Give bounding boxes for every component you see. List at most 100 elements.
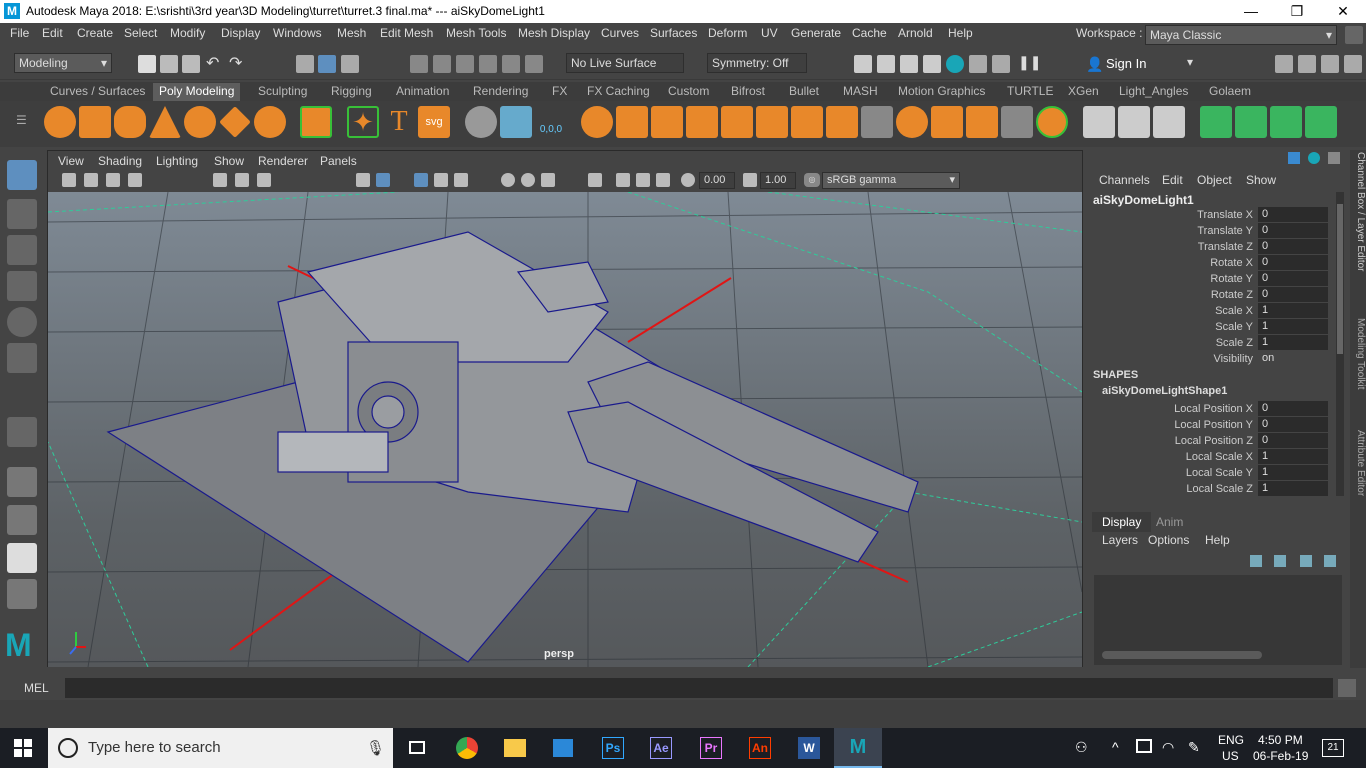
notification-icon[interactable]: 21 <box>1322 739 1344 757</box>
light-editor-icon[interactable] <box>992 55 1010 73</box>
menu-deform[interactable]: Deform <box>708 26 747 40</box>
quad-draw-icon[interactable] <box>1036 106 1068 138</box>
tab-display[interactable]: Display <box>1092 512 1152 532</box>
lang-bottom[interactable]: US <box>1222 749 1239 763</box>
move-tool-icon[interactable] <box>7 271 37 301</box>
photoshop-icon[interactable]: Ps <box>589 728 637 768</box>
tab-modeling-toolkit[interactable]: Modeling Toolkit <box>1350 318 1366 418</box>
attr-value[interactable]: 0 <box>1258 433 1328 448</box>
select-component-icon[interactable] <box>341 55 359 73</box>
shelf-tab-fx[interactable]: FX <box>546 83 573 101</box>
menu-file[interactable]: File <box>10 26 29 40</box>
gamma-icon[interactable] <box>743 173 757 187</box>
menu-mesh-display[interactable]: Mesh Display <box>518 26 590 40</box>
shelf-tab-sculpting[interactable]: Sculpting <box>252 83 313 101</box>
cut-uv-icon[interactable] <box>1153 106 1185 138</box>
cb-menu-channels[interactable]: Channels <box>1099 173 1150 187</box>
scale-tool-icon[interactable] <box>7 343 37 373</box>
clock-date[interactable]: 06-Feb-19 <box>1253 749 1308 763</box>
le-menu-options[interactable]: Options <box>1148 533 1189 547</box>
clock-time[interactable]: 4:50 PM <box>1258 733 1303 747</box>
open-scene-icon[interactable] <box>160 55 178 73</box>
render-setup-icon[interactable] <box>969 55 987 73</box>
restore-button[interactable]: ❐ <box>1274 0 1320 23</box>
layer-list[interactable] <box>1094 575 1342 665</box>
menu-curves[interactable]: Curves <box>601 26 639 40</box>
combine-icon[interactable] <box>581 106 613 138</box>
wifi-icon[interactable]: ◠ <box>1162 739 1174 756</box>
motion-blur-icon[interactable] <box>541 173 555 187</box>
shadows-icon[interactable] <box>501 173 515 187</box>
ipr-render-icon[interactable] <box>900 55 918 73</box>
shelf-tab-rendering[interactable]: Rendering <box>467 83 534 101</box>
exposure-icon[interactable] <box>681 173 695 187</box>
connect-icon[interactable] <box>966 106 998 138</box>
le-menu-help[interactable]: Help <box>1205 533 1230 547</box>
animate-icon[interactable]: An <box>736 728 784 768</box>
perspective-view[interactable]: persp <box>48 192 1082 667</box>
separate-icon[interactable] <box>616 106 648 138</box>
vp-menu-view[interactable]: View <box>58 154 84 168</box>
render-settings-icon[interactable] <box>923 55 941 73</box>
image-plane-icon[interactable] <box>128 173 142 187</box>
render-view-icon[interactable] <box>854 55 872 73</box>
lasso-tool-icon[interactable] <box>7 199 37 229</box>
menuset-dropdown[interactable]: Modeling ▾ <box>14 53 112 73</box>
close-button[interactable]: ✕ <box>1320 0 1366 23</box>
pen-icon[interactable]: ✎ <box>1188 739 1200 756</box>
file-explorer-icon[interactable] <box>491 728 539 768</box>
channel-box-scrollbar[interactable] <box>1336 192 1344 496</box>
svg-tool-icon[interactable]: svg <box>418 106 450 138</box>
uv-unfold-icon[interactable] <box>1200 106 1232 138</box>
single-perspective-icon[interactable] <box>7 467 37 497</box>
shelf-tab-light-angles[interactable]: Light_Angles <box>1113 83 1194 101</box>
symmetry-field[interactable]: Symmetry: Off <box>707 53 807 73</box>
poly-cube-icon[interactable] <box>79 106 111 138</box>
grid-toggle-icon[interactable] <box>213 173 227 187</box>
menu-mesh-tools[interactable]: Mesh Tools <box>446 26 506 40</box>
measure-tool-icon[interactable] <box>465 106 497 138</box>
snap-curve-icon[interactable] <box>433 55 451 73</box>
attr-value[interactable]: 1 <box>1258 449 1328 464</box>
attr-value[interactable]: 0 <box>1258 287 1328 302</box>
vp-menu-renderer[interactable]: Renderer <box>258 154 308 168</box>
poly-sphere-icon[interactable] <box>44 106 76 138</box>
task-view-icon[interactable] <box>393 728 441 768</box>
attr-value[interactable]: 0 <box>1258 401 1328 416</box>
extrude-icon[interactable] <box>756 106 788 138</box>
smooth-icon[interactable] <box>686 106 718 138</box>
live-surface-field[interactable]: No Live Surface <box>566 53 684 73</box>
menu-select[interactable]: Select <box>124 26 157 40</box>
sign-in-button[interactable]: Sign In <box>1106 56 1146 71</box>
new-layer-selected-icon[interactable] <box>1324 555 1336 567</box>
snap-vertex-icon[interactable] <box>525 55 543 73</box>
colorspace-dropdown[interactable]: sRGB gamma ▾ <box>822 172 960 189</box>
menu-help[interactable]: Help <box>948 26 973 40</box>
menu-edit-mesh[interactable]: Edit Mesh <box>380 26 433 40</box>
pause-icon[interactable]: ❚❚ <box>1018 54 1041 71</box>
shelf-tab-motion-graphics[interactable]: Motion Graphics <box>892 83 991 101</box>
premiere-icon[interactable]: Pr <box>687 728 735 768</box>
battery-icon[interactable] <box>1136 739 1152 753</box>
menu-surfaces[interactable]: Surfaces <box>650 26 697 40</box>
attr-value[interactable]: 0 <box>1258 271 1328 286</box>
show-manipulator-icon[interactable] <box>7 417 37 447</box>
modeling-toolkit-toggle-icon[interactable] <box>1275 55 1293 73</box>
attr-value[interactable]: 0 <box>1258 207 1328 222</box>
planar-mapping-icon[interactable] <box>1118 106 1150 138</box>
xray-icon[interactable] <box>616 173 630 187</box>
boolean-icon[interactable] <box>721 106 753 138</box>
lights-icon[interactable] <box>454 173 468 187</box>
gamma-field[interactable]: 1.00 <box>760 172 796 189</box>
attr-value[interactable]: 1 <box>1258 303 1328 318</box>
ambient-occlusion-icon[interactable] <box>521 173 535 187</box>
uv-stitch-icon[interactable] <box>1305 106 1337 138</box>
minimize-button[interactable]: — <box>1228 0 1274 23</box>
tab-anim[interactable]: Anim <box>1156 515 1183 529</box>
channel-box-toggle-icon[interactable] <box>1344 55 1362 73</box>
exposure-field[interactable]: 0.00 <box>699 172 735 189</box>
four-view-icon[interactable] <box>7 505 37 535</box>
tab-attribute-editor[interactable]: Attribute Editor <box>1350 430 1366 530</box>
shelf-tab-rigging[interactable]: Rigging <box>325 83 378 101</box>
platonic-solid-icon[interactable] <box>300 106 332 138</box>
